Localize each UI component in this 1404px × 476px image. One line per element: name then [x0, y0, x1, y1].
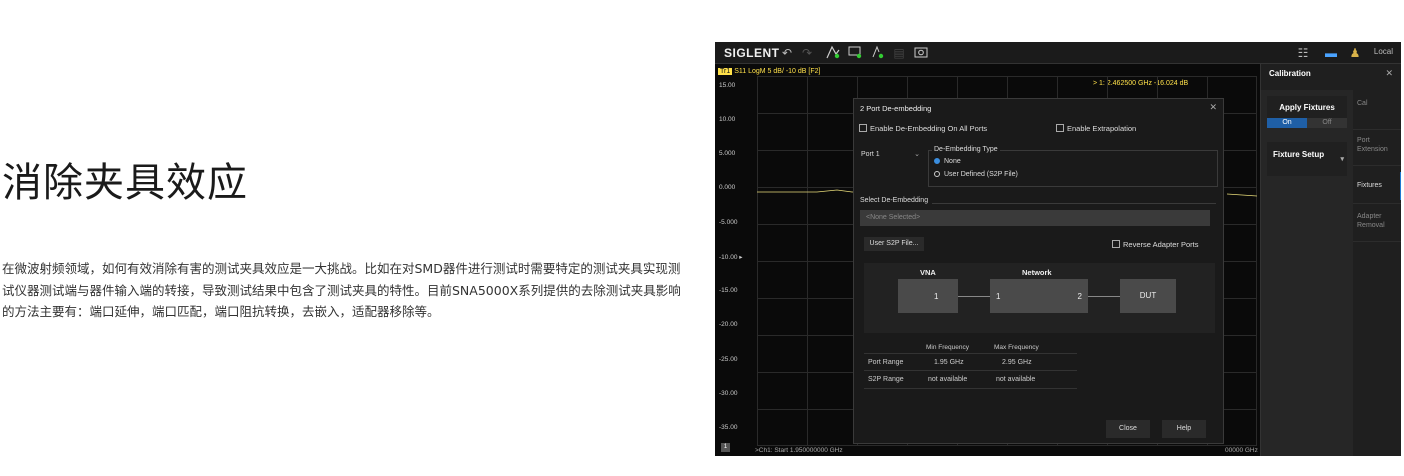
- trace-id: Tr1: [718, 68, 733, 75]
- chevron-down-icon: ▾: [1340, 156, 1344, 163]
- apply-fixtures-toggle[interactable]: On Off: [1267, 118, 1347, 128]
- de-embedding-select[interactable]: <None Selected>: [860, 210, 1210, 226]
- trace-desc: S11 LogM 5 dB/ -10 dB [F2]: [734, 68, 821, 75]
- user-icon: ♟: [1349, 46, 1361, 60]
- channel-status-box: 1: [721, 443, 730, 452]
- reverse-ports-checkbox[interactable]: Reverse Adapter Ports: [1112, 240, 1198, 249]
- panel-title: Calibration: [1269, 69, 1311, 78]
- undo-icon[interactable]: ↶: [779, 45, 795, 61]
- instrument-toolbar: SIGLENT ↶ ↷ ▤ ☷ ▬ ♟ Local: [715, 42, 1401, 64]
- usb-icon: ▬: [1325, 46, 1337, 60]
- toggle-off[interactable]: Off: [1307, 118, 1347, 128]
- y-label: -10.00 ▸: [719, 254, 743, 261]
- chevron-down-icon: ⌄: [914, 151, 920, 158]
- y-label: -20.00: [719, 321, 738, 328]
- de-embedding-dialog: 2 Port De-embedding ✕ Enable De-Embeddin…: [853, 98, 1224, 444]
- range-row: Port Range 1.95 GHz 2.95 GHz: [864, 353, 1077, 371]
- tab-fixtures[interactable]: Fixtures: [1353, 170, 1401, 204]
- panel-close-icon[interactable]: ✕: [1385, 68, 1393, 79]
- vna-label: VNA: [920, 268, 936, 277]
- radio-none[interactable]: None: [934, 158, 961, 165]
- select-label: Select De-Embedding: [860, 197, 933, 204]
- calibration-panel: Calibration ✕ Apply Fixtures On Off Fixt…: [1260, 64, 1401, 456]
- dialog-title: 2 Port De-embedding: [860, 104, 932, 113]
- y-label: -30.00: [719, 390, 738, 397]
- display-icon[interactable]: [847, 45, 863, 61]
- dut-block: DUT: [1120, 279, 1176, 313]
- row-min: not available: [928, 376, 968, 383]
- panel-controls: Apply Fixtures On Off Fixture Setup ▾: [1261, 90, 1353, 456]
- enable-extrapolation-checkbox[interactable]: Enable Extrapolation: [1056, 124, 1136, 133]
- network-port-in: 1: [996, 292, 1001, 301]
- close-button[interactable]: Close: [1106, 420, 1150, 438]
- row-name: S2P Range: [868, 376, 904, 383]
- col-min: Min Frequency: [926, 344, 969, 351]
- save-icon[interactable]: ▤: [891, 45, 907, 61]
- y-label: 0.000: [719, 184, 736, 191]
- range-table: Min Frequency Max Frequency Port Range 1…: [864, 339, 1077, 389]
- trace-tag[interactable]: Tr1 S11 LogM 5 dB/ -10 dB [F2]: [718, 68, 820, 75]
- wire: [1088, 296, 1120, 297]
- port-select-value: Port 1: [861, 151, 880, 158]
- type-group: [928, 150, 1218, 187]
- help-button[interactable]: Help: [1162, 420, 1206, 438]
- network-label: Network: [1022, 268, 1052, 277]
- page: 消除夹具效应 在微波射频领域，如何有效消除有害的测试夹具效应是一大挑战。比如在对…: [0, 0, 1404, 476]
- y-label: 5.000: [719, 150, 736, 157]
- fixture-setup-label: Fixture Setup: [1273, 150, 1325, 159]
- port-select[interactable]: Port 1 ⌄: [858, 148, 924, 162]
- redo-icon[interactable]: ↷: [799, 45, 815, 61]
- vna-block: 1: [898, 279, 958, 313]
- network-port-out: 2: [1077, 292, 1082, 301]
- user-s2p-file-button[interactable]: User S2P File...: [864, 237, 924, 251]
- col-max: Max Frequency: [994, 344, 1039, 351]
- marker-icon[interactable]: [825, 45, 841, 61]
- tab-port-extension[interactable]: Port Extension: [1353, 132, 1401, 166]
- radio-user-defined[interactable]: User Defined (S2P File): [934, 171, 1018, 178]
- dialog-close-icon[interactable]: ✕: [1209, 102, 1217, 113]
- y-label: 10.00: [719, 116, 736, 123]
- row-max: 2.95 GHz: [1002, 359, 1032, 366]
- panel-tabs: Cal Port Extension Fixtures Adapter Remo…: [1353, 90, 1401, 456]
- y-label: -35.00: [719, 424, 738, 431]
- row-max: not available: [996, 376, 1036, 383]
- y-label: -15.00: [719, 287, 738, 294]
- radio-selected-icon: [934, 158, 940, 164]
- article-title: 消除夹具效应: [2, 160, 248, 206]
- range-header: Min Frequency Max Frequency: [864, 339, 1077, 353]
- range-row: S2P Range not available not available: [864, 371, 1077, 389]
- calibration-icon[interactable]: [869, 45, 885, 61]
- vna-port: 1: [934, 292, 939, 301]
- row-name: Port Range: [868, 359, 904, 366]
- layout-icon[interactable]: ☷: [1295, 45, 1311, 61]
- radio-user-label: User Defined (S2P File): [944, 171, 1018, 178]
- local-status: Local: [1373, 47, 1393, 56]
- tab-adapter-removal[interactable]: Adapter Removal: [1353, 208, 1401, 242]
- y-label: 15.00: [719, 82, 736, 89]
- network-block: 1 2: [990, 279, 1088, 313]
- wire: [958, 296, 990, 297]
- enable-all-ports-checkbox[interactable]: Enable De-Embedding On All Ports: [859, 124, 987, 133]
- camera-icon[interactable]: [913, 45, 929, 61]
- siglent-logo: SIGLENT: [724, 46, 780, 60]
- stop-frequency: 00000 GHz: [1225, 447, 1258, 454]
- fixture-setup-button[interactable]: Fixture Setup ▾: [1267, 142, 1347, 176]
- start-frequency: >Ch1: Start 1.950000000 GHz: [755, 447, 843, 454]
- toggle-on[interactable]: On: [1267, 118, 1307, 128]
- tab-active-indicator: [1400, 172, 1401, 200]
- radio-icon: [934, 171, 940, 177]
- instrument-screenshot: SIGLENT ↶ ↷ ▤ ☷ ▬ ♟ Local Tr1 S11 LogM 5…: [715, 42, 1401, 456]
- tab-cal[interactable]: Cal: [1353, 100, 1401, 130]
- article-body: 在微波射频领域，如何有效消除有害的测试夹具效应是一大挑战。比如在对SMD器件进行…: [2, 261, 681, 319]
- row-min: 1.95 GHz: [934, 359, 964, 366]
- y-label: -5.000: [719, 219, 738, 226]
- type-label: De-Embedding Type: [932, 146, 1000, 153]
- radio-none-label: None: [944, 158, 961, 165]
- connection-diagram: VNA Network 1 1 2 DUT: [864, 263, 1215, 333]
- y-label: -25.00: [719, 356, 738, 363]
